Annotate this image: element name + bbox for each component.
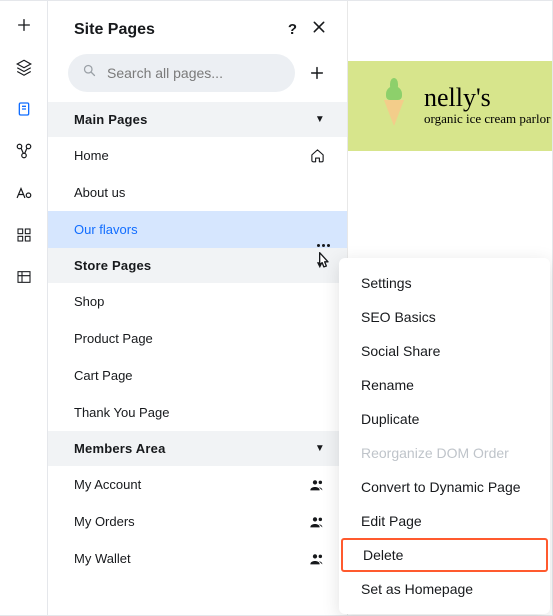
page-item[interactable]: Product Page — [48, 320, 347, 357]
page-item-label: Home — [74, 148, 109, 163]
home-icon — [310, 148, 325, 163]
panel-title: Site Pages — [74, 21, 155, 39]
context-menu-item[interactable]: SEO Basics — [339, 300, 550, 334]
context-menu-item[interactable]: Set as Homepage — [339, 572, 550, 606]
members-icon — [309, 515, 325, 529]
page-item[interactable]: Shop — [48, 283, 347, 320]
context-menu-item[interactable]: Rename — [339, 368, 550, 402]
search-input-wrapper[interactable] — [68, 54, 295, 92]
add-page-button[interactable] — [303, 59, 331, 87]
page-item-label: Our flavors — [74, 222, 138, 237]
section-header[interactable]: Main Pages▼ — [48, 102, 347, 137]
help-icon[interactable]: ? — [288, 21, 297, 38]
ice-cream-icon — [378, 86, 410, 126]
context-menu-item[interactable]: Duplicate — [339, 402, 550, 436]
pages-icon[interactable] — [14, 99, 34, 119]
hero-title: nelly's — [424, 85, 550, 111]
page-item-label: About us — [74, 185, 125, 200]
close-icon[interactable] — [311, 19, 327, 40]
page-item[interactable]: Thank You Page — [48, 394, 347, 431]
search-input[interactable] — [107, 65, 281, 81]
hero-subtitle: organic ice cream parlor — [424, 111, 550, 127]
app-market-icon[interactable] — [14, 141, 34, 161]
page-item-label: My Wallet — [74, 551, 131, 566]
typography-icon[interactable] — [14, 183, 34, 203]
context-menu-item[interactable]: Convert to Dynamic Page — [339, 470, 550, 504]
context-menu-item[interactable]: Delete — [341, 538, 548, 572]
members-icon — [309, 552, 325, 566]
context-menu-item[interactable]: Social Share — [339, 334, 550, 368]
page-item[interactable]: My Orders — [48, 503, 347, 540]
context-menu-item: Reorganize DOM Order — [339, 436, 550, 470]
context-menu-item[interactable]: Settings — [339, 266, 550, 300]
page-item-label: Shop — [74, 294, 104, 309]
chevron-down-icon: ▼ — [315, 443, 325, 454]
page-item[interactable]: About us — [48, 174, 347, 211]
layers-icon[interactable] — [14, 57, 34, 77]
page-item-label: My Account — [74, 477, 141, 492]
chevron-down-icon: ▼ — [315, 260, 325, 271]
cms-icon[interactable] — [14, 267, 34, 287]
page-context-menu: SettingsSEO BasicsSocial ShareRenameDupl… — [339, 258, 550, 614]
page-item-label: Cart Page — [74, 368, 133, 383]
page-item[interactable]: My Account — [48, 466, 347, 503]
page-item[interactable]: My Wallet — [48, 540, 347, 577]
site-pages-panel: Site Pages ? Main Pages▼ Home About us Our … — [48, 1, 348, 615]
section-header[interactable]: Store Pages▼ — [48, 248, 347, 283]
hero-banner: nelly's organic ice cream parlor — [348, 61, 552, 151]
chevron-down-icon: ▼ — [315, 114, 325, 125]
page-item-label: Thank You Page — [74, 405, 169, 420]
page-item[interactable]: Cart Page — [48, 357, 347, 394]
page-item[interactable]: Home — [48, 137, 347, 174]
page-item[interactable]: Our flavors — [48, 211, 347, 248]
page-item-label: My Orders — [74, 514, 135, 529]
section-header[interactable]: Members Area▼ — [48, 431, 347, 466]
page-item-label: Product Page — [74, 331, 153, 346]
plus-icon[interactable] — [14, 15, 34, 35]
apps-grid-icon[interactable] — [14, 225, 34, 245]
context-menu-item[interactable]: Edit Page — [339, 504, 550, 538]
search-icon — [82, 63, 97, 83]
left-toolbar — [0, 1, 48, 615]
members-icon — [309, 478, 325, 492]
